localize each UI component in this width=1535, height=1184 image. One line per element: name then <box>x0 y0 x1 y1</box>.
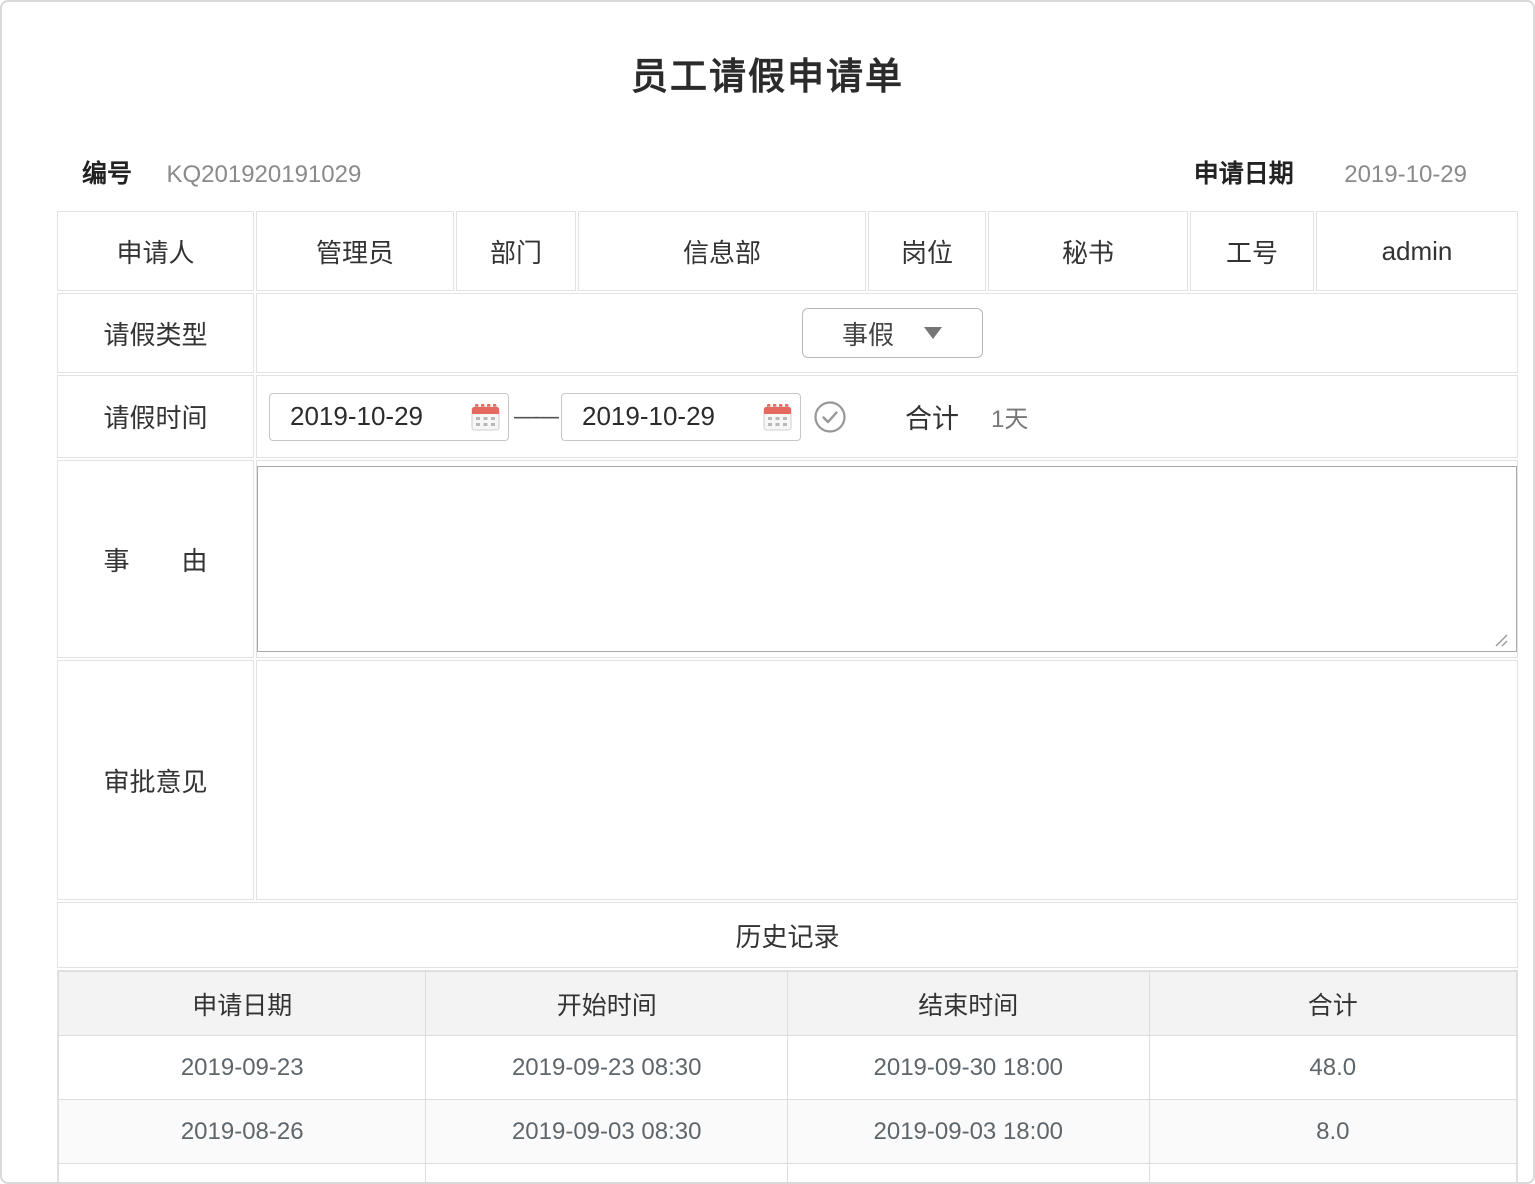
apply-date-value: 2019-10-29 <box>1344 161 1467 188</box>
applicant-value: 管理员 <box>256 211 454 291</box>
leave-time-cell: —— <box>256 375 1518 458</box>
table-row: 申请日期 开始时间 结束时间 合计 2019-09-23 2019-09-23 … <box>57 970 1518 1184</box>
history-cell <box>426 1164 788 1184</box>
history-col-apply-date: 申请日期 <box>59 972 426 1036</box>
history-cell: 2019-09-23 <box>59 1036 426 1100</box>
leave-time-label: 请假时间 <box>57 375 254 458</box>
end-date-field <box>561 393 801 441</box>
history-cell: 2019-09-30 18:00 <box>787 1036 1149 1100</box>
history-col-end-time: 结束时间 <box>787 972 1149 1036</box>
department-value: 信息部 <box>578 211 866 291</box>
reason-cell <box>256 460 1518 658</box>
table-row: 请假类型 事假 <box>57 293 1518 373</box>
history-cell <box>59 1164 426 1184</box>
check-circle-icon[interactable] <box>813 400 847 434</box>
start-date-field <box>269 393 509 441</box>
leave-application-form: 员工请假申请单 编号 KQ201920191029 申请日期 2019-10-2… <box>0 0 1535 1184</box>
history-cell: 2019-08-26 <box>59 1100 426 1164</box>
position-label: 岗位 <box>868 211 986 291</box>
reason-label: 事 由 <box>57 460 254 658</box>
history-cell: 2019-09-03 18:00 <box>787 1100 1149 1164</box>
table-row <box>59 1164 1517 1184</box>
leave-type-cell: 事假 <box>256 293 1518 373</box>
position-value: 秘书 <box>988 211 1188 291</box>
approval-label: 审批意见 <box>57 660 254 900</box>
meta-row: 编号 KQ201920191029 申请日期 2019-10-29 <box>2 154 1533 190</box>
form-number: 编号 KQ201920191029 <box>82 154 361 190</box>
leave-type-selected-value: 事假 <box>842 315 894 352</box>
history-table: 申请日期 开始时间 结束时间 合计 2019-09-23 2019-09-23 … <box>58 971 1517 1184</box>
calendar-icon[interactable] <box>762 402 792 432</box>
applicant-label: 申请人 <box>57 211 254 291</box>
leave-type-label: 请假类型 <box>57 293 254 373</box>
leave-type-select[interactable]: 事假 <box>802 308 983 358</box>
chevron-down-icon <box>924 327 942 339</box>
table-row: 历史记录 <box>57 902 1518 968</box>
table-row: 请假时间 <box>57 375 1518 458</box>
history-cell: 2019-09-03 08:30 <box>426 1100 788 1164</box>
form-number-label: 编号 <box>82 160 132 188</box>
date-range-separator: —— <box>514 403 556 431</box>
calendar-icon[interactable] <box>470 402 500 432</box>
history-cell: 2019-09-23 08:30 <box>426 1036 788 1100</box>
reason-textarea[interactable] <box>257 466 1517 652</box>
employee-id-value: admin <box>1316 211 1518 291</box>
department-label: 部门 <box>456 211 576 291</box>
history-table-container: 申请日期 开始时间 结束时间 合计 2019-09-23 2019-09-23 … <box>57 970 1518 1184</box>
history-section-title: 历史记录 <box>57 902 1518 968</box>
table-row: 2019-09-23 2019-09-23 08:30 2019-09-30 1… <box>59 1036 1517 1100</box>
leave-form-table: 申请人 管理员 部门 信息部 岗位 秘书 工号 admin 请假类型 事假 请假… <box>55 209 1520 1184</box>
total-value: 1天 <box>991 399 1028 434</box>
table-row: 申请人 管理员 部门 信息部 岗位 秘书 工号 admin <box>57 211 1518 291</box>
apply-date: 申请日期 2019-10-29 <box>1194 154 1467 190</box>
form-number-value: KQ201920191029 <box>166 161 361 188</box>
approval-content-area <box>256 660 1518 900</box>
history-cell <box>787 1164 1149 1184</box>
table-row: 事 由 <box>57 460 1518 658</box>
history-cell: 8.0 <box>1149 1100 1516 1164</box>
total-label: 合计 <box>905 397 959 436</box>
employee-id-label: 工号 <box>1190 211 1314 291</box>
page-title: 员工请假申请单 <box>2 2 1533 100</box>
history-cell <box>1149 1164 1516 1184</box>
apply-date-label: 申请日期 <box>1194 160 1294 188</box>
table-row: 审批意见 <box>57 660 1518 900</box>
history-header-row: 申请日期 开始时间 结束时间 合计 <box>59 972 1517 1036</box>
table-row: 2019-08-26 2019-09-03 08:30 2019-09-03 1… <box>59 1100 1517 1164</box>
history-col-start-time: 开始时间 <box>426 972 788 1036</box>
history-col-total: 合计 <box>1149 972 1516 1036</box>
history-cell: 48.0 <box>1149 1036 1516 1100</box>
